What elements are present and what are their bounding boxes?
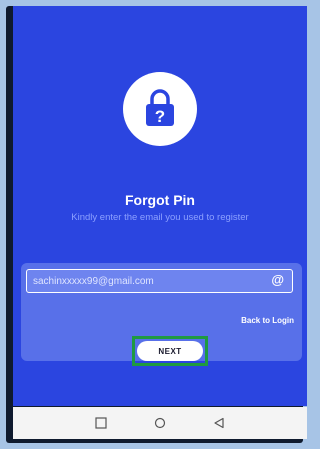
page-title: Forgot Pin	[125, 192, 195, 208]
android-nav-bar	[13, 407, 307, 439]
svg-text:?: ?	[155, 107, 165, 126]
padlock-question-icon: ?	[146, 89, 174, 126]
email-field[interactable]: @	[26, 269, 293, 293]
app-screen: ? Forgot Pin Kindly enter the email you …	[13, 6, 307, 406]
email-input[interactable]	[33, 272, 253, 290]
next-button[interactable]: NEXT	[137, 341, 203, 361]
at-icon: @	[271, 272, 284, 287]
page-subtitle: Kindly enter the email you used to regis…	[71, 212, 249, 223]
triangle-back-icon[interactable]	[211, 415, 227, 431]
square-recents-icon[interactable]	[93, 415, 109, 431]
back-to-login-link[interactable]: Back to Login	[241, 316, 294, 325]
circle-home-icon[interactable]	[152, 415, 168, 431]
form-card: @ Back to Login NEXT	[21, 263, 302, 366]
app-logo: ?	[123, 72, 197, 146]
